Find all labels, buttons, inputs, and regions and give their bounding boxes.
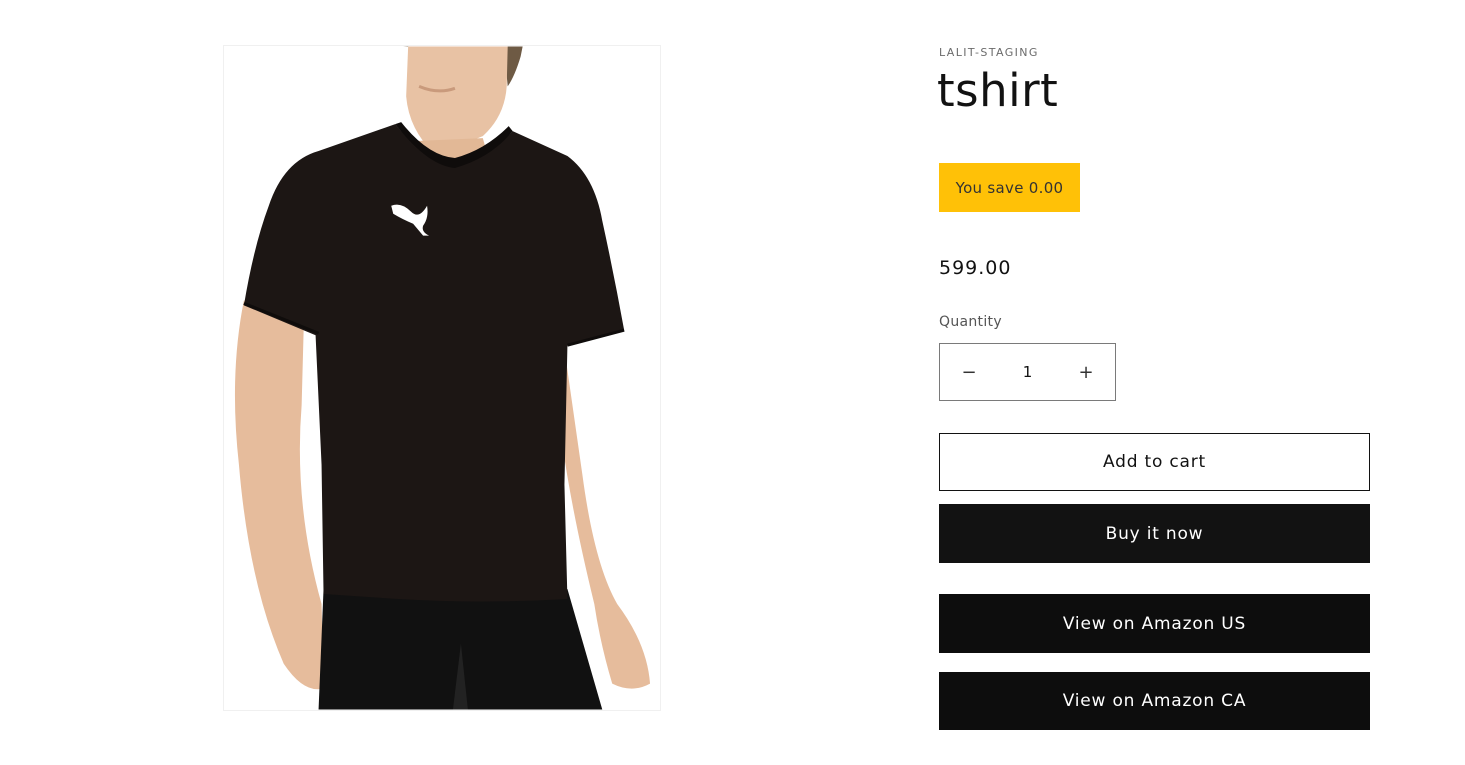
view-amazon-us-button[interactable]: View on Amazon US xyxy=(939,594,1370,653)
vendor-label: LALIT-STAGING xyxy=(939,46,1039,59)
product-image[interactable] xyxy=(223,45,661,711)
increase-quantity-button[interactable]: + xyxy=(1057,344,1115,400)
savings-badge: You save 0.00 xyxy=(939,163,1080,212)
buy-now-button[interactable]: Buy it now xyxy=(939,504,1370,563)
add-to-cart-button[interactable]: Add to cart xyxy=(939,433,1370,491)
quantity-input[interactable] xyxy=(998,363,1057,381)
product-title: tshirt xyxy=(937,64,1059,117)
decrease-quantity-button[interactable]: − xyxy=(940,344,998,400)
view-amazon-ca-button[interactable]: View on Amazon CA xyxy=(939,672,1370,730)
product-price: 599.00 xyxy=(939,257,1012,279)
quantity-label: Quantity xyxy=(939,314,1002,330)
tshirt-photo xyxy=(224,46,660,710)
quantity-stepper: − + xyxy=(939,343,1116,401)
